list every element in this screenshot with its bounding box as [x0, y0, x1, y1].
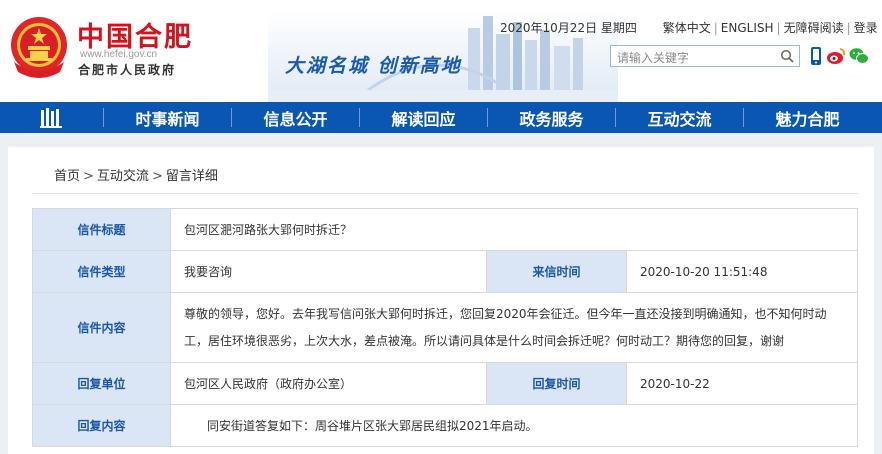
- weibo-icon[interactable]: [825, 45, 847, 67]
- letter-title-value: 包河区淝河路张大郢何时拆迁？: [170, 208, 858, 251]
- mobile-icon[interactable]: [805, 45, 827, 67]
- site-slogan: 大湖名城 创新高地: [285, 55, 462, 77]
- breadcrumb: 首页 > 互动交流 > 留言详细: [54, 169, 218, 184]
- table-row-reply-unit-time: 回复单位 包河区人民政府（政府办公室） 回复时间 2020-10-22: [32, 362, 858, 405]
- nav-item-info-disclosure[interactable]: 信息公开: [232, 102, 359, 133]
- accessibility-link[interactable]: 无障碍阅读: [784, 21, 844, 35]
- main-navigation: 时事新闻 信息公开 解读回应 政务服务 互动交流 魅力合肥: [0, 102, 882, 133]
- nav-item-gov-services[interactable]: 政务服务: [488, 102, 615, 133]
- reply-time-label: 回复时间: [486, 362, 627, 405]
- traditional-chinese-link[interactable]: 繁体中文: [663, 21, 711, 35]
- table-row-reply-content: 回复内容 同安街道答复如下：周谷堆片区张大郢居民组拟2021年启动。: [32, 404, 858, 447]
- current-date: 2020年10月22日 星期四: [500, 21, 637, 35]
- nav-item-interpretation[interactable]: 解读回应: [360, 102, 487, 133]
- reply-unit-value: 包河区人民政府（政府办公室）: [170, 362, 487, 405]
- site-header: 中国合肥 www.hefei.gov.cn 合肥市人民政府 大湖名城 创新高地 …: [0, 0, 882, 102]
- letter-detail-table: 信件标题 包河区淝河路张大郢何时拆迁？ 信件类型 我要咨询 来信时间 2020-…: [32, 208, 858, 447]
- letter-time-label: 来信时间: [486, 250, 627, 293]
- top-utility-bar: 2020年10月22日 星期四 繁体中文 | ENGLISH | 无障碍阅读 | 登录: [500, 21, 878, 35]
- letter-time-value: 2020-10-20 11:51:48: [626, 250, 858, 293]
- search-input[interactable]: 请输入关键字: [617, 49, 689, 66]
- nav-item-news[interactable]: 时事新闻: [104, 102, 231, 133]
- login-link[interactable]: 登录: [854, 21, 878, 35]
- breadcrumb-current: 留言详细: [165, 169, 218, 184]
- home-icon[interactable]: [39, 107, 65, 129]
- national-emblem-icon: [11, 17, 67, 78]
- nav-home[interactable]: [0, 102, 103, 133]
- table-row-type-time: 信件类型 我要咨询 来信时间 2020-10-20 11:51:48: [32, 250, 858, 293]
- search-icon[interactable]: [780, 49, 794, 63]
- table-row-content: 信件内容 尊敬的领导，您好。去年我写信问张大郢何时拆迁，您回复2020年会征迁。…: [32, 292, 858, 363]
- reply-time-value: 2020-10-22: [626, 362, 858, 405]
- reply-content-value: 同安街道答复如下：周谷堆片区张大郢居民组拟2021年启动。: [170, 404, 858, 447]
- reply-unit-label: 回复单位: [32, 362, 171, 405]
- reply-content-label: 回复内容: [32, 404, 171, 447]
- site-logo-subtitle: 合肥市人民政府: [78, 63, 177, 77]
- english-link[interactable]: ENGLISH: [721, 21, 774, 35]
- breadcrumb-interaction[interactable]: 互动交流: [97, 169, 149, 184]
- nav-item-charm-hefei[interactable]: 魅力合肥: [744, 102, 871, 133]
- letter-content-value: 尊敬的领导，您好。去年我写信问张大郢何时拆迁，您回复2020年会征迁。但今年一直…: [170, 292, 858, 363]
- breadcrumb-home[interactable]: 首页: [54, 169, 80, 184]
- letter-detail-panel: 首页 > 互动交流 > 留言详细 信件标题 包河区淝河路张大郢何时拆迁？ 信件类型 我要…: [8, 147, 874, 454]
- divider-line: [32, 193, 858, 194]
- letter-title-label: 信件标题: [32, 208, 171, 251]
- site-url: www.hefei.gov.cn: [80, 49, 158, 60]
- nav-item-interaction[interactable]: 互动交流: [616, 102, 743, 133]
- letter-type-label: 信件类型: [32, 250, 171, 293]
- search-box[interactable]: 请输入关键字: [610, 45, 800, 67]
- table-row-title: 信件标题 包河区淝河路张大郢何时拆迁？: [32, 208, 858, 251]
- letter-content-label: 信件内容: [32, 292, 171, 363]
- letter-type-value: 我要咨询: [170, 250, 487, 293]
- wechat-icon[interactable]: [848, 45, 870, 67]
